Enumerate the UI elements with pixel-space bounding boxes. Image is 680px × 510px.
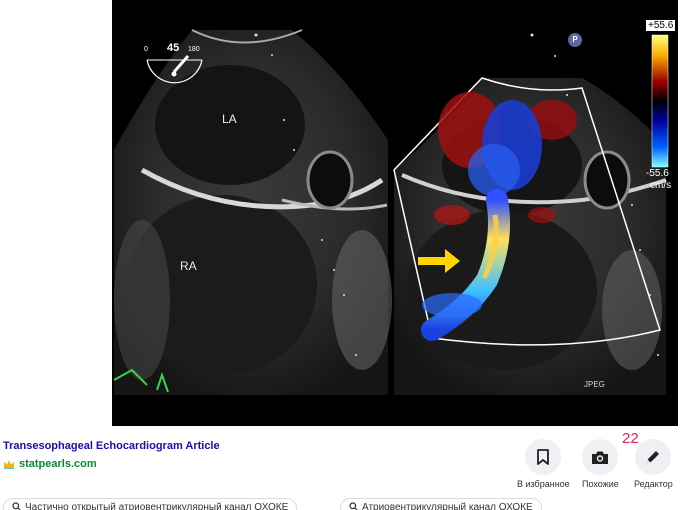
image-search-page: LA RA 0 45 180 P +55.6 -55.6 cm/s JPEG T… bbox=[0, 0, 680, 510]
bookmark-circle[interactable] bbox=[525, 439, 562, 475]
bookmark-button[interactable]: В избранное bbox=[517, 439, 570, 489]
scale-min-label: -55.6 bbox=[646, 168, 669, 179]
angle-min: 0 bbox=[144, 46, 148, 53]
editor-label: Редактор bbox=[634, 479, 673, 489]
related-chip[interactable]: Атриовентрикулярный канал ОХОКЕ bbox=[340, 498, 542, 510]
right-doppler-sector bbox=[393, 77, 667, 395]
bookmark-label: В избранное bbox=[517, 479, 570, 489]
echo-drawing bbox=[113, 29, 669, 395]
related-chip-text: Атриовентрикулярный канал ОХОКЕ bbox=[362, 502, 533, 510]
editor-button[interactable]: Редактор bbox=[634, 439, 673, 489]
related-searches: Частично открытый атриовентрикулярный ка… bbox=[0, 498, 680, 510]
source-link[interactable]: statpearls.com bbox=[19, 458, 97, 470]
scale-max-label: +55.6 bbox=[646, 20, 676, 31]
pencil-icon bbox=[647, 451, 660, 463]
result-info-bar: Transesophageal Echocardiogram Article s… bbox=[0, 426, 680, 496]
similar-circle[interactable] bbox=[582, 439, 619, 475]
editor-circle[interactable] bbox=[635, 439, 672, 475]
related-chip-text: Частично открытый атриовентрикулярный ка… bbox=[25, 502, 289, 510]
echocardiogram-image[interactable]: LA RA 0 45 180 P +55.6 -55.6 cm/s JPEG bbox=[112, 0, 678, 426]
image-viewer: LA RA 0 45 180 P +55.6 -55.6 cm/s JPEG bbox=[0, 0, 680, 426]
angle-value: 45 bbox=[167, 42, 180, 54]
search-icon bbox=[12, 502, 21, 510]
ra-label: RA bbox=[180, 259, 197, 273]
left-2d-sector bbox=[113, 29, 392, 395]
angle-max: 180 bbox=[188, 46, 200, 53]
scale-unit-label: cm/s bbox=[650, 180, 672, 191]
similar-label: Похожие bbox=[582, 479, 619, 489]
la-label: LA bbox=[222, 112, 237, 126]
camera-icon bbox=[592, 451, 609, 464]
jpeg-tag: JPEG bbox=[584, 380, 605, 389]
similar-button[interactable]: Похожие bbox=[582, 439, 619, 489]
crown-icon bbox=[4, 460, 14, 469]
result-title-link[interactable]: Transesophageal Echocardiogram Article bbox=[3, 440, 220, 452]
probe-badge: P bbox=[568, 33, 582, 47]
bookmark-icon bbox=[537, 449, 550, 465]
related-chip[interactable]: Частично открытый атриовентрикулярный ка… bbox=[3, 498, 298, 510]
source-row[interactable]: statpearls.com bbox=[3, 458, 97, 470]
search-icon bbox=[349, 502, 358, 510]
velocity-scale-bar bbox=[651, 34, 669, 168]
